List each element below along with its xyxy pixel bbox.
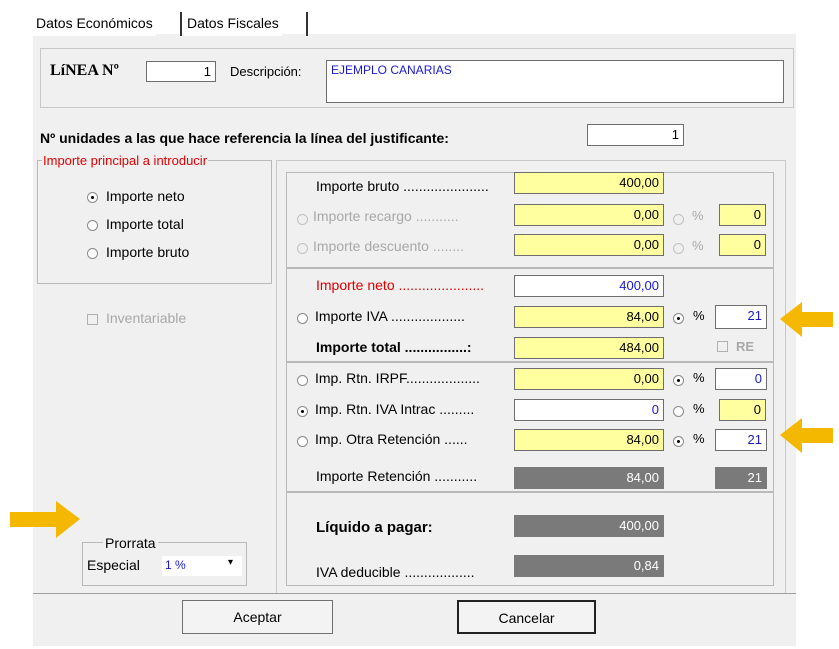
inventariable-checkbox[interactable] — [87, 314, 98, 325]
radio-importe-neto[interactable] — [87, 192, 98, 203]
re-checkbox[interactable] — [717, 341, 728, 352]
irpf-pct-symbol: % — [693, 370, 705, 385]
radio-importe-iva[interactable] — [297, 313, 308, 324]
importe-retencion-label: Importe Retención ........... — [316, 468, 478, 484]
descripcion-field[interactable]: EJEMPLO CANARIAS — [326, 60, 784, 103]
importe-neto-field[interactable]: 400,00 — [514, 275, 664, 297]
prorrata-value: 1 % — [165, 558, 186, 572]
tab-divider — [306, 12, 308, 36]
radio-importe-total[interactable] — [87, 220, 98, 231]
radio-otra-retencion[interactable] — [297, 436, 308, 447]
arrow-left-icon — [780, 302, 833, 337]
iva-deducible-label: IVA deducible .................. — [316, 564, 475, 580]
importe-iva-field[interactable]: 84,00 — [514, 306, 664, 328]
radio-iva-intrac[interactable] — [297, 406, 308, 417]
tab-divider — [180, 12, 182, 36]
otra-retencion-pct-field[interactable]: 21 — [715, 429, 767, 451]
arrow-right-icon — [10, 501, 80, 538]
re-label: RE — [736, 339, 755, 354]
option-importe-total-label: Importe total — [106, 216, 184, 232]
importe-total-label: Importe total ................: — [316, 339, 472, 355]
prorrata-especial-label: Especial — [87, 557, 140, 573]
importe-recargo-field[interactable]: 0,00 — [514, 204, 664, 226]
aceptar-button[interactable]: Aceptar — [182, 600, 333, 634]
chevron-down-icon: ▾ — [228, 557, 234, 568]
radio-importe-descuento[interactable] — [297, 243, 308, 254]
descuento-pct-field[interactable]: 0 — [719, 234, 766, 256]
recargo-pct-field[interactable]: 0 — [719, 204, 766, 226]
otra-retencion-pct-symbol: % — [693, 431, 705, 446]
iva-intrac-pct-field[interactable]: 0 — [719, 399, 766, 421]
importe-descuento-label: Importe descuento ........ — [313, 238, 464, 254]
importe-descuento-field[interactable]: 0,00 — [514, 234, 664, 256]
importe-total-field[interactable]: 484,00 — [514, 337, 664, 359]
recargo-pct-symbol: % — [692, 208, 704, 223]
otra-retencion-label: Imp. Otra Retención ...... — [315, 431, 468, 447]
descripcion-label: Descripción: — [230, 64, 302, 79]
importe-neto-label: Importe neto ...................... — [316, 277, 485, 293]
unidades-field[interactable]: 1 — [587, 124, 684, 146]
option-importe-neto-label: Importe neto — [106, 188, 185, 204]
radio-otra-retencion-pct[interactable] — [673, 436, 684, 447]
retencion-pct-field: 21 — [715, 467, 767, 489]
iva-pct-field[interactable]: 21 — [715, 305, 767, 329]
option-importe-bruto-label: Importe bruto — [106, 244, 190, 260]
linea-label: LíNEA Nº — [50, 62, 119, 79]
cancelar-button[interactable]: Cancelar — [457, 600, 596, 634]
tab-datos-economicos[interactable]: Datos Económicos — [33, 12, 156, 36]
importe-bruto-label: Importe bruto ...................... — [316, 178, 489, 194]
iva-intrac-pct-symbol: % — [693, 401, 705, 416]
inventariable-label: Inventariable — [106, 310, 187, 326]
iva-intrac-field[interactable]: 0 — [514, 399, 664, 421]
irpf-pct-field[interactable]: 0 — [715, 368, 767, 390]
descuento-pct-symbol: % — [692, 238, 704, 253]
importe-iva-label: Importe IVA ................... — [315, 308, 465, 324]
liquido-pagar-field: 400,00 — [514, 515, 664, 537]
radio-importe-recargo[interactable] — [297, 214, 308, 225]
footer-divider — [33, 593, 796, 594]
radio-iva-intrac-pct[interactable] — [673, 406, 684, 417]
importe-retencion-field: 84,00 — [514, 467, 664, 489]
irpf-label: Imp. Rtn. IRPF................... — [315, 370, 480, 386]
radio-irpf[interactable] — [297, 375, 308, 386]
importe-bruto-field[interactable]: 400,00 — [514, 172, 664, 194]
radio-recargo-pct[interactable] — [673, 214, 684, 225]
prorrata-dropdown[interactable]: 1 % ▾ — [162, 556, 242, 576]
linea-number-field[interactable]: 1 — [146, 61, 216, 82]
iva-deducible-field: 0,84 — [514, 555, 664, 577]
importe-recargo-label: Importe recargo ........... — [313, 208, 459, 224]
radio-descuento-pct[interactable] — [673, 243, 684, 254]
irpf-field[interactable]: 0,00 — [514, 368, 664, 390]
radio-irpf-pct[interactable] — [673, 375, 684, 386]
tab-datos-fiscales[interactable]: Datos Fiscales — [184, 12, 282, 36]
prorrata-title: Prorrata — [103, 535, 158, 551]
radio-iva-pct[interactable] — [673, 313, 684, 324]
radio-importe-bruto[interactable] — [87, 248, 98, 259]
otra-retencion-field[interactable]: 84,00 — [514, 429, 664, 451]
unidades-label: Nº unidades a las que hace referencia la… — [40, 130, 449, 146]
importe-principal-title: Importe principal a introducir — [42, 153, 209, 168]
arrow-left-icon — [780, 418, 833, 453]
iva-intrac-label: Imp. Rtn. IVA Intrac ......... — [315, 401, 475, 417]
liquido-pagar-label: Líquido a pagar: — [316, 519, 433, 536]
iva-pct-symbol: % — [693, 308, 705, 323]
